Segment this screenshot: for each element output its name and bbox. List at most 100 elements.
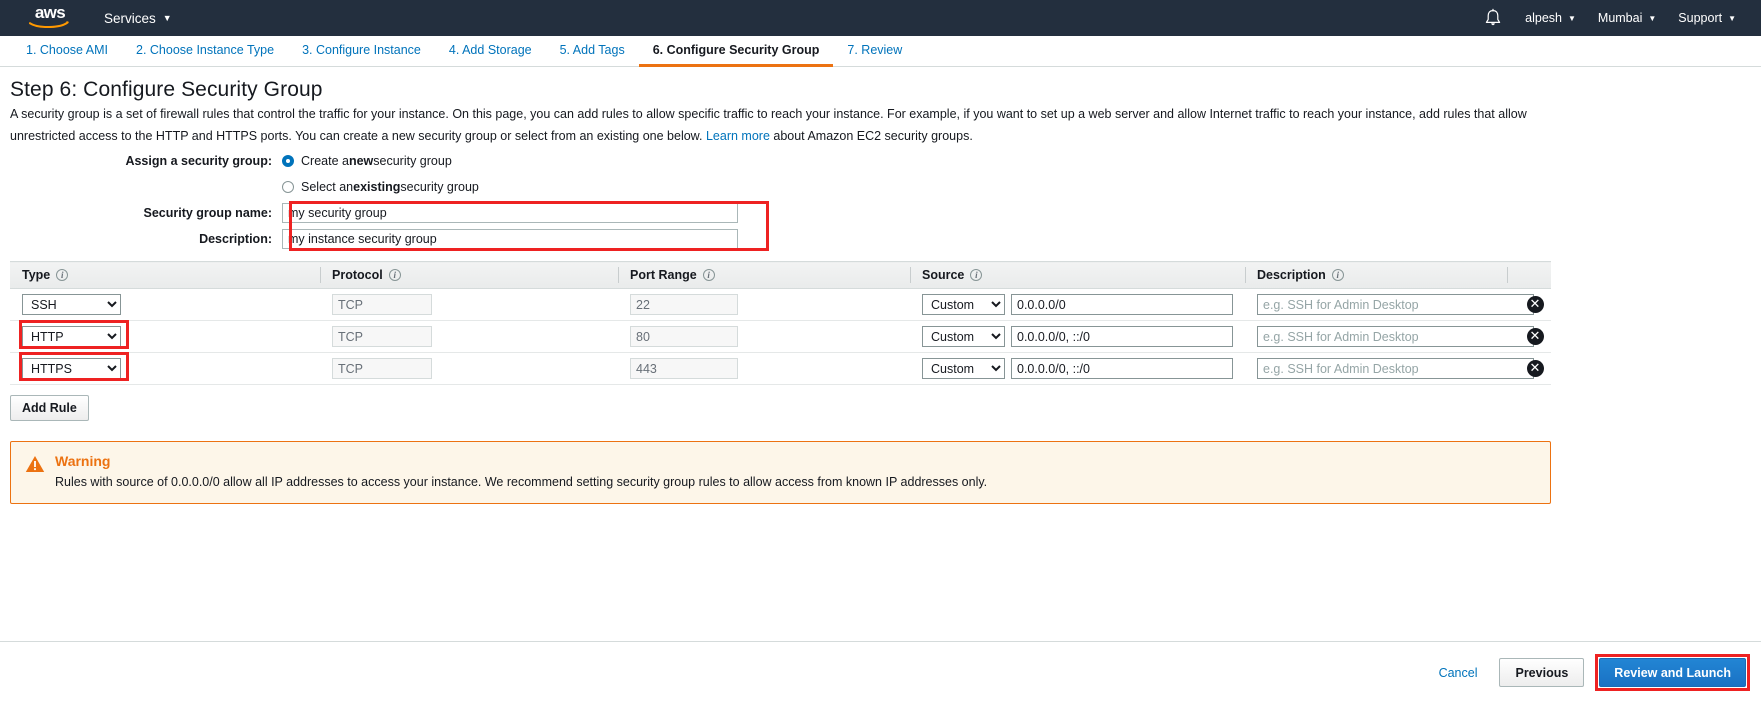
rule-source-kind-select[interactable]: CustomAnywhereMy IP: [922, 294, 1005, 315]
rule-protocol-value: [332, 294, 432, 315]
wizard-footer: Cancel Previous Review and Launch: [0, 641, 1761, 703]
table-header-actions: [1507, 261, 1551, 289]
assign-row-existing: Select an existing security group: [10, 176, 1751, 197]
chevron-down-icon: ▼: [1728, 13, 1736, 23]
wizard-step-6[interactable]: 6. Configure Security Group: [638, 36, 834, 67]
warning-text: Rules with source of 0.0.0.0/0 allow all…: [55, 475, 988, 489]
source-group: CustomAnywhereMy IP: [922, 326, 1245, 347]
support-menu-label: Support: [1678, 11, 1723, 25]
cell-protocol: [320, 320, 618, 353]
add-rule-button[interactable]: Add Rule: [10, 395, 89, 421]
rule-type-select[interactable]: SSHHTTPHTTPSCustom TCP RuleAll traffic: [22, 294, 121, 315]
wizard-step-3[interactable]: 3. Configure Instance: [288, 36, 435, 67]
table-header-port-range: Port Range i: [618, 261, 910, 289]
rule-source-cidr-input[interactable]: [1011, 326, 1233, 347]
account-menu-label: alpesh: [1525, 11, 1562, 25]
delete-rule-icon[interactable]: ✕: [1526, 360, 1544, 377]
cancel-link[interactable]: Cancel: [1439, 666, 1478, 680]
cell-port-range: [618, 320, 910, 353]
rule-source-kind-select[interactable]: CustomAnywhereMy IP: [922, 326, 1005, 347]
review-and-launch-button[interactable]: Review and Launch: [1599, 658, 1746, 687]
table-header-type: Type i: [10, 261, 320, 289]
radio-create-new-security-group[interactable]: Create a new security group: [282, 154, 452, 168]
aws-logo-wordmark: aws: [34, 3, 66, 22]
warning-triangle-icon: [25, 453, 55, 490]
rule-description-input[interactable]: [1257, 294, 1534, 315]
rule-port-range-value: [630, 358, 738, 379]
warning-banner: Warning Rules with source of 0.0.0.0/0 a…: [10, 441, 1551, 504]
cell-type: SSHHTTPHTTPSCustom TCP RuleAll traffic: [10, 352, 320, 385]
aws-logo[interactable]: aws: [24, 3, 76, 33]
services-menu[interactable]: Services ▼: [104, 11, 172, 26]
rule-type-select[interactable]: SSHHTTPHTTPSCustom TCP RuleAll traffic: [22, 358, 121, 379]
cell-description: [1245, 320, 1534, 353]
radio-create-new-label-pre: Create a: [301, 153, 349, 168]
rule-port-range-value: [630, 294, 738, 315]
security-group-name-input[interactable]: [282, 202, 738, 223]
cell-source: CustomAnywhereMy IP: [910, 352, 1245, 385]
cell-protocol: [320, 352, 618, 385]
cell-port-range: [618, 352, 910, 385]
security-group-rules-table: Type i Protocol i Port Range i Source i Descript…: [10, 261, 1551, 385]
wizard-step-tabs: 1. Choose AMI 2. Choose Instance Type 3. C…: [0, 36, 1761, 67]
radio-select-existing-label-post: security group: [400, 179, 479, 194]
delete-rule-icon[interactable]: ✕: [1526, 296, 1544, 313]
table-row: SSHHTTPHTTPSCustom TCP RuleAll traffic Cu…: [10, 288, 1551, 321]
account-menu[interactable]: alpesh ▼: [1514, 11, 1587, 25]
wizard-step-1[interactable]: 1. Choose AMI: [12, 36, 122, 67]
wizard-step-5[interactable]: 5. Add Tags: [546, 36, 639, 67]
wizard-step-7[interactable]: 7. Review: [833, 36, 916, 67]
rule-type-select[interactable]: SSHHTTPHTTPSCustom TCP RuleAll traffic: [22, 326, 121, 347]
page-description-line-1: A security group is a set of firewall ru…: [10, 107, 1527, 121]
cell-type: SSHHTTPHTTPSCustom TCP RuleAll traffic: [10, 288, 320, 321]
info-icon[interactable]: i: [56, 269, 69, 281]
radio-select-existing-security-group[interactable]: Select an existing security group: [282, 180, 479, 194]
table-row: SSHHTTPHTTPSCustom TCP RuleAll traffic Cu…: [10, 320, 1551, 353]
page-description-line-2-post: about Amazon EC2 security groups.: [769, 129, 973, 143]
page-description-line-2: unrestricted access to the HTTP and HTTP…: [10, 128, 1558, 144]
aws-logo-smile-icon: [29, 21, 69, 28]
table-body: SSHHTTPHTTPSCustom TCP RuleAll traffic Cu…: [10, 288, 1551, 385]
security-group-description-input[interactable]: [282, 228, 738, 249]
rule-source-kind-select[interactable]: CustomAnywhereMy IP: [922, 358, 1005, 379]
learn-more-link[interactable]: Learn more: [706, 129, 770, 143]
wizard-step-2[interactable]: 2. Choose Instance Type: [122, 36, 288, 67]
info-icon[interactable]: i: [388, 269, 401, 281]
rule-protocol-value: [332, 358, 432, 379]
support-menu[interactable]: Support ▼: [1667, 11, 1747, 25]
table-header-source: Source i: [910, 261, 1245, 289]
chevron-down-icon: ▼: [1567, 13, 1576, 23]
notifications-button[interactable]: [1472, 8, 1514, 28]
region-menu[interactable]: Mumbai ▼: [1587, 11, 1667, 25]
table-header-label: Source: [922, 268, 965, 282]
info-icon[interactable]: i: [1331, 269, 1344, 281]
table-header-label: Protocol: [332, 268, 383, 282]
cell-type: SSHHTTPHTTPSCustom TCP RuleAll traffic: [10, 320, 320, 353]
radio-create-new-indicator[interactable]: [282, 154, 294, 167]
cell-protocol: [320, 288, 618, 321]
security-group-description-row: Description:: [10, 228, 1751, 249]
wizard-step-4[interactable]: 4. Add Storage: [435, 36, 546, 67]
radio-select-existing-label-pre: Select an: [301, 179, 354, 194]
rule-source-cidr-input[interactable]: [1011, 358, 1233, 379]
rule-description-input[interactable]: [1257, 326, 1534, 347]
radio-select-existing-label-strong: existing: [353, 179, 401, 194]
rule-source-cidr-input[interactable]: [1011, 294, 1233, 315]
review-and-launch-wrapper: Review and Launch: [1595, 654, 1750, 691]
cell-source: CustomAnywhereMy IP: [910, 320, 1245, 353]
chevron-down-icon: ▼: [1648, 13, 1657, 23]
rule-description-input[interactable]: [1257, 358, 1534, 379]
cell-description: [1245, 352, 1534, 385]
rule-protocol-value: [332, 326, 432, 347]
info-icon[interactable]: i: [970, 269, 983, 281]
previous-button[interactable]: Previous: [1499, 658, 1585, 687]
security-group-name-row: Security group name:: [10, 202, 1751, 223]
page-content: Step 6: Configure Security Group A secur…: [0, 78, 1761, 504]
delete-rule-icon[interactable]: ✕: [1526, 328, 1544, 345]
assign-security-group-form: Assign a security group: Create a new se…: [10, 150, 1751, 251]
info-icon[interactable]: i: [702, 269, 715, 281]
source-group: CustomAnywhereMy IP: [922, 294, 1245, 315]
chevron-down-icon: ▼: [162, 13, 172, 23]
cell-source: CustomAnywhereMy IP: [910, 288, 1245, 321]
radio-select-existing-indicator[interactable]: [282, 180, 294, 193]
